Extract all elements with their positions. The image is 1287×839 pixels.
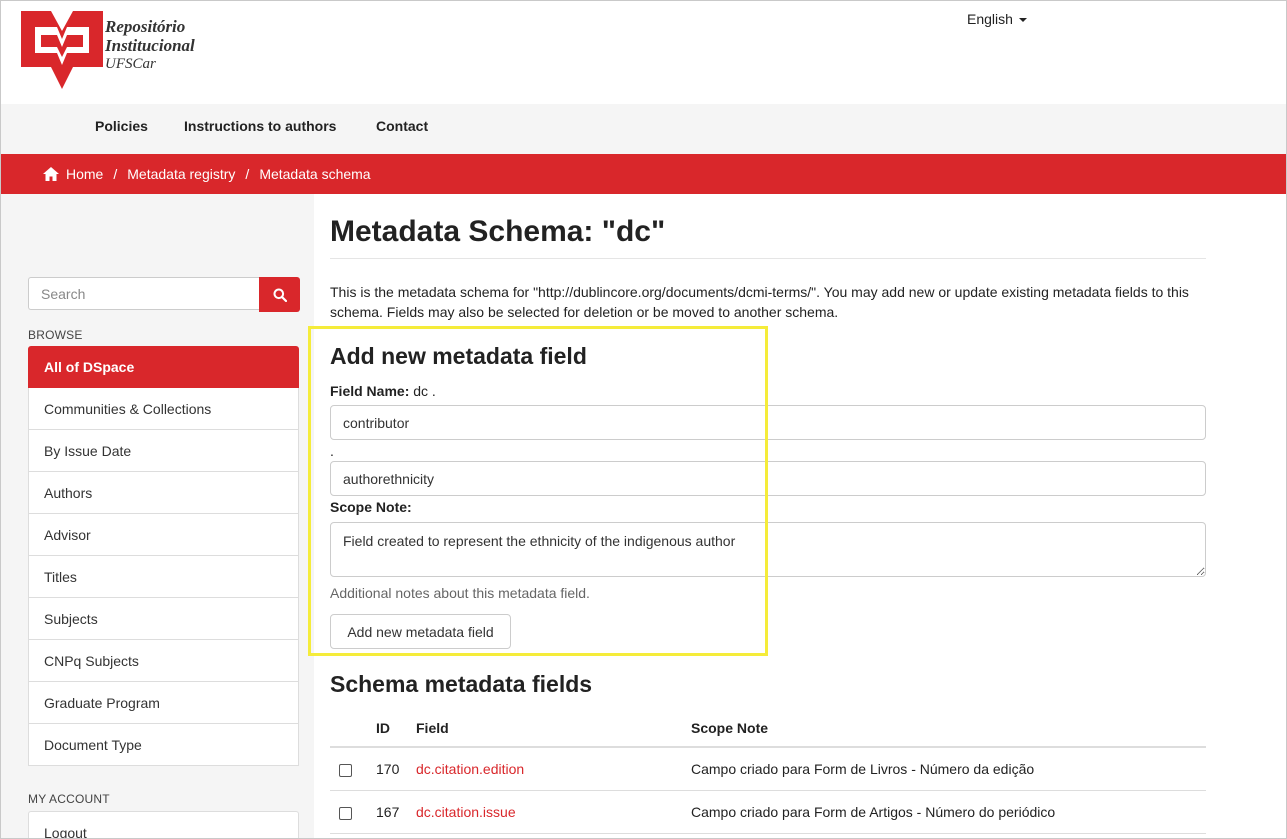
breadcrumb-home[interactable]: Home <box>66 166 103 182</box>
sidebar-item-all-of-dspace[interactable]: All of DSpace <box>28 346 299 388</box>
search-icon <box>273 288 287 302</box>
nav-instructions-to-authors[interactable]: Instructions to authors <box>184 118 336 134</box>
header-scope-note: Scope Note <box>691 709 1206 748</box>
row-checkbox[interactable] <box>339 763 352 777</box>
browse-heading: BROWSE <box>28 328 83 342</box>
sidebar-item-document-type[interactable]: Document Type <box>28 724 299 766</box>
scope-note-help: Additional notes about this metadata fie… <box>330 585 590 601</box>
title-divider <box>330 258 1206 259</box>
caret-down-icon <box>1018 18 1027 23</box>
field-name-label: Field Name: dc . <box>330 383 436 399</box>
book-logo-icon <box>21 11 103 89</box>
qualifier-input[interactable] <box>330 461 1206 496</box>
row-select-cell <box>330 790 376 834</box>
search-button[interactable] <box>259 277 300 312</box>
header-field: Field <box>416 709 691 748</box>
add-metadata-field-button[interactable]: Add new metadata field <box>330 614 511 649</box>
row-select-cell <box>330 747 376 791</box>
table-header-row: ID Field Scope Note <box>330 709 1206 748</box>
scope-note-textarea[interactable]: Field created to represent the ethnicity… <box>330 522 1206 577</box>
row-scope-note: Campo criado para Form de Artigos - Núme… <box>691 790 1206 834</box>
my-account-heading: MY ACCOUNT <box>28 792 110 806</box>
row-field-link[interactable]: dc.citation.edition <box>416 761 524 777</box>
row-field-cell: dc.citation.issue <box>416 790 691 834</box>
sidebar-search <box>28 277 300 312</box>
site-name-line2: Institucional <box>105 36 195 55</box>
search-input[interactable] <box>28 277 260 310</box>
browse-list: All of DSpace Communities & Collections … <box>28 346 299 766</box>
qualifier-separator: . <box>330 443 334 459</box>
table-row: 170 dc.citation.edition Campo criado par… <box>330 747 1206 791</box>
sidebar-item-titles[interactable]: Titles <box>28 556 299 598</box>
sidebar-item-by-issue-date[interactable]: By Issue Date <box>28 430 299 472</box>
breadcrumb-metadata-registry[interactable]: Metadata registry <box>127 166 235 182</box>
sidebar-item-subjects[interactable]: Subjects <box>28 598 299 640</box>
home-icon <box>43 167 59 181</box>
field-name-label-text: Field Name: <box>330 383 410 399</box>
header-select <box>330 709 376 748</box>
language-selector[interactable]: English <box>967 11 1027 27</box>
row-checkbox[interactable] <box>339 806 352 820</box>
header-id: ID <box>376 709 416 748</box>
sidebar-item-communities-collections[interactable]: Communities & Collections <box>28 388 299 430</box>
breadcrumb: Home / Metadata registry / Metadata sche… <box>1 154 1286 194</box>
metadata-fields-table: ID Field Scope Note 170 dc.citation.edit… <box>330 709 1206 834</box>
site-name: Repositório Institucional UFSCar <box>105 17 195 74</box>
language-label: English <box>967 11 1013 27</box>
sidebar-item-logout[interactable]: Logout <box>28 811 299 838</box>
element-input[interactable] <box>330 405 1206 440</box>
field-name-prefix: dc . <box>413 383 436 399</box>
table-row: 167 dc.citation.issue Campo criado para … <box>330 790 1206 834</box>
row-scope-note: Campo criado para Form de Livros - Númer… <box>691 747 1206 791</box>
sidebar-item-authors[interactable]: Authors <box>28 472 299 514</box>
top-nav: Policies Instructions to authors Contact <box>1 104 1286 154</box>
add-field-heading: Add new metadata field <box>330 343 587 369</box>
scope-note-label: Scope Note: <box>330 499 412 515</box>
site-name-line3: UFSCar <box>105 56 156 72</box>
site-logo[interactable] <box>21 9 103 98</box>
site-name-line1: Repositório <box>105 17 186 36</box>
row-id: 170 <box>376 747 416 791</box>
sidebar-item-graduate-program[interactable]: Graduate Program <box>28 682 299 724</box>
breadcrumb-separator: / <box>113 166 118 182</box>
schema-description: This is the metadata schema for "http://… <box>330 284 1189 320</box>
page-title: Metadata Schema: "dc" <box>330 215 666 248</box>
row-id: 167 <box>376 790 416 834</box>
scope-note-label-text: Scope Note: <box>330 499 412 515</box>
nav-policies[interactable]: Policies <box>95 118 148 134</box>
row-field-cell: dc.citation.edition <box>416 747 691 791</box>
nav-contact[interactable]: Contact <box>376 118 428 134</box>
sidebar-item-cnpq-subjects[interactable]: CNPq Subjects <box>28 640 299 682</box>
sidebar-item-advisor[interactable]: Advisor <box>28 514 299 556</box>
breadcrumb-separator: / <box>245 166 250 182</box>
page-frame: Repositório Institucional UFSCar English… <box>0 0 1287 839</box>
schema-fields-heading: Schema metadata fields <box>330 671 593 697</box>
breadcrumb-current: Metadata schema <box>259 166 371 182</box>
row-field-link[interactable]: dc.citation.issue <box>416 804 516 820</box>
